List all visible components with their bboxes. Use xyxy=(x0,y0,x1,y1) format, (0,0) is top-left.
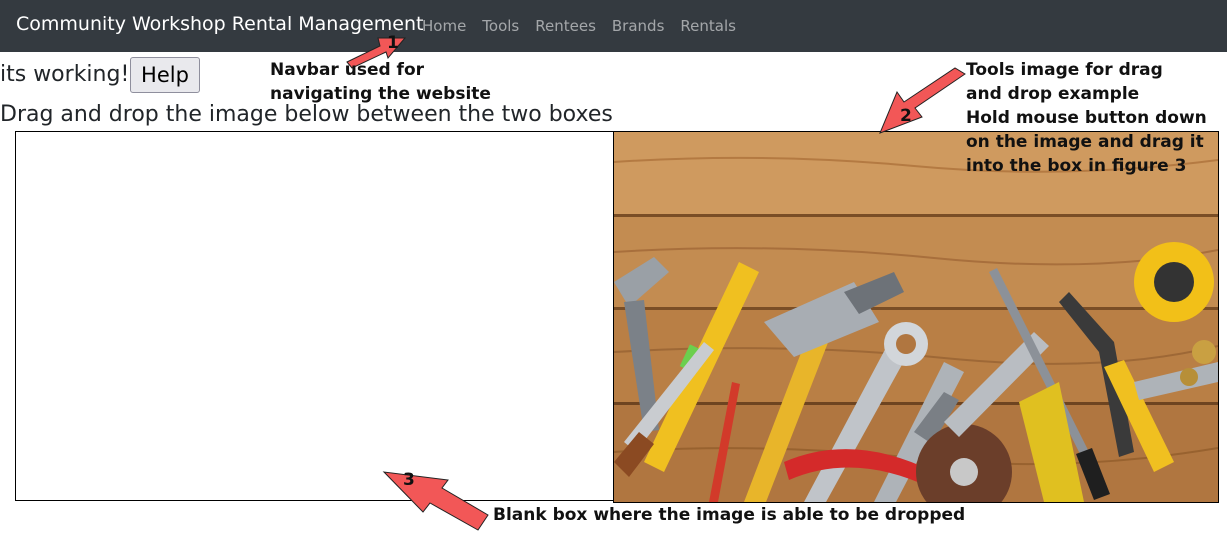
annotation-number-3: 3 xyxy=(403,470,415,490)
annotation-2-text: Tools image for drag and drop example Ho… xyxy=(966,58,1207,178)
nav-link-rentees[interactable]: Rentees xyxy=(535,17,596,35)
navbar: Community Workshop Rental Management Hom… xyxy=(0,0,1227,52)
annotation-1-text: Navbar used for navigating the website xyxy=(270,58,491,106)
nav-link-tools[interactable]: Tools xyxy=(482,17,519,35)
drop-target-box[interactable] xyxy=(15,131,615,501)
nav-link-rentals[interactable]: Rentals xyxy=(680,17,736,35)
annotation-2-line: Hold mouse button down xyxy=(966,108,1207,128)
annotation-number-2: 2 xyxy=(900,106,912,126)
annotation-2-line: into the box in figure 3 xyxy=(966,156,1187,176)
annotation-3-text: Blank box where the image is able to be … xyxy=(493,503,965,527)
tools-photo-icon[interactable] xyxy=(614,132,1218,502)
annotation-1-line: navigating the website xyxy=(270,84,491,104)
nav-links: Home Tools Rentees Brands Rentals xyxy=(422,17,752,35)
status-text: its working! xyxy=(0,62,130,87)
annotation-arrow-2 xyxy=(879,67,966,134)
annotation-3-line: Blank box where the image is able to be … xyxy=(493,505,966,525)
annotation-1-line: Navbar used for xyxy=(270,60,425,80)
help-button[interactable]: Help xyxy=(130,57,200,93)
tools-image-box[interactable] xyxy=(613,131,1219,503)
nav-link-brands[interactable]: Brands xyxy=(612,17,665,35)
annotation-2-line: and drop example xyxy=(966,84,1140,104)
annotation-2-line: on the image and drag it xyxy=(966,132,1204,152)
annotation-2-line: Tools image for drag xyxy=(966,60,1163,80)
annotation-number-1: 1 xyxy=(387,33,399,53)
navbar-brand[interactable]: Community Workshop Rental Management xyxy=(16,13,423,35)
nav-link-home[interactable]: Home xyxy=(422,17,466,35)
